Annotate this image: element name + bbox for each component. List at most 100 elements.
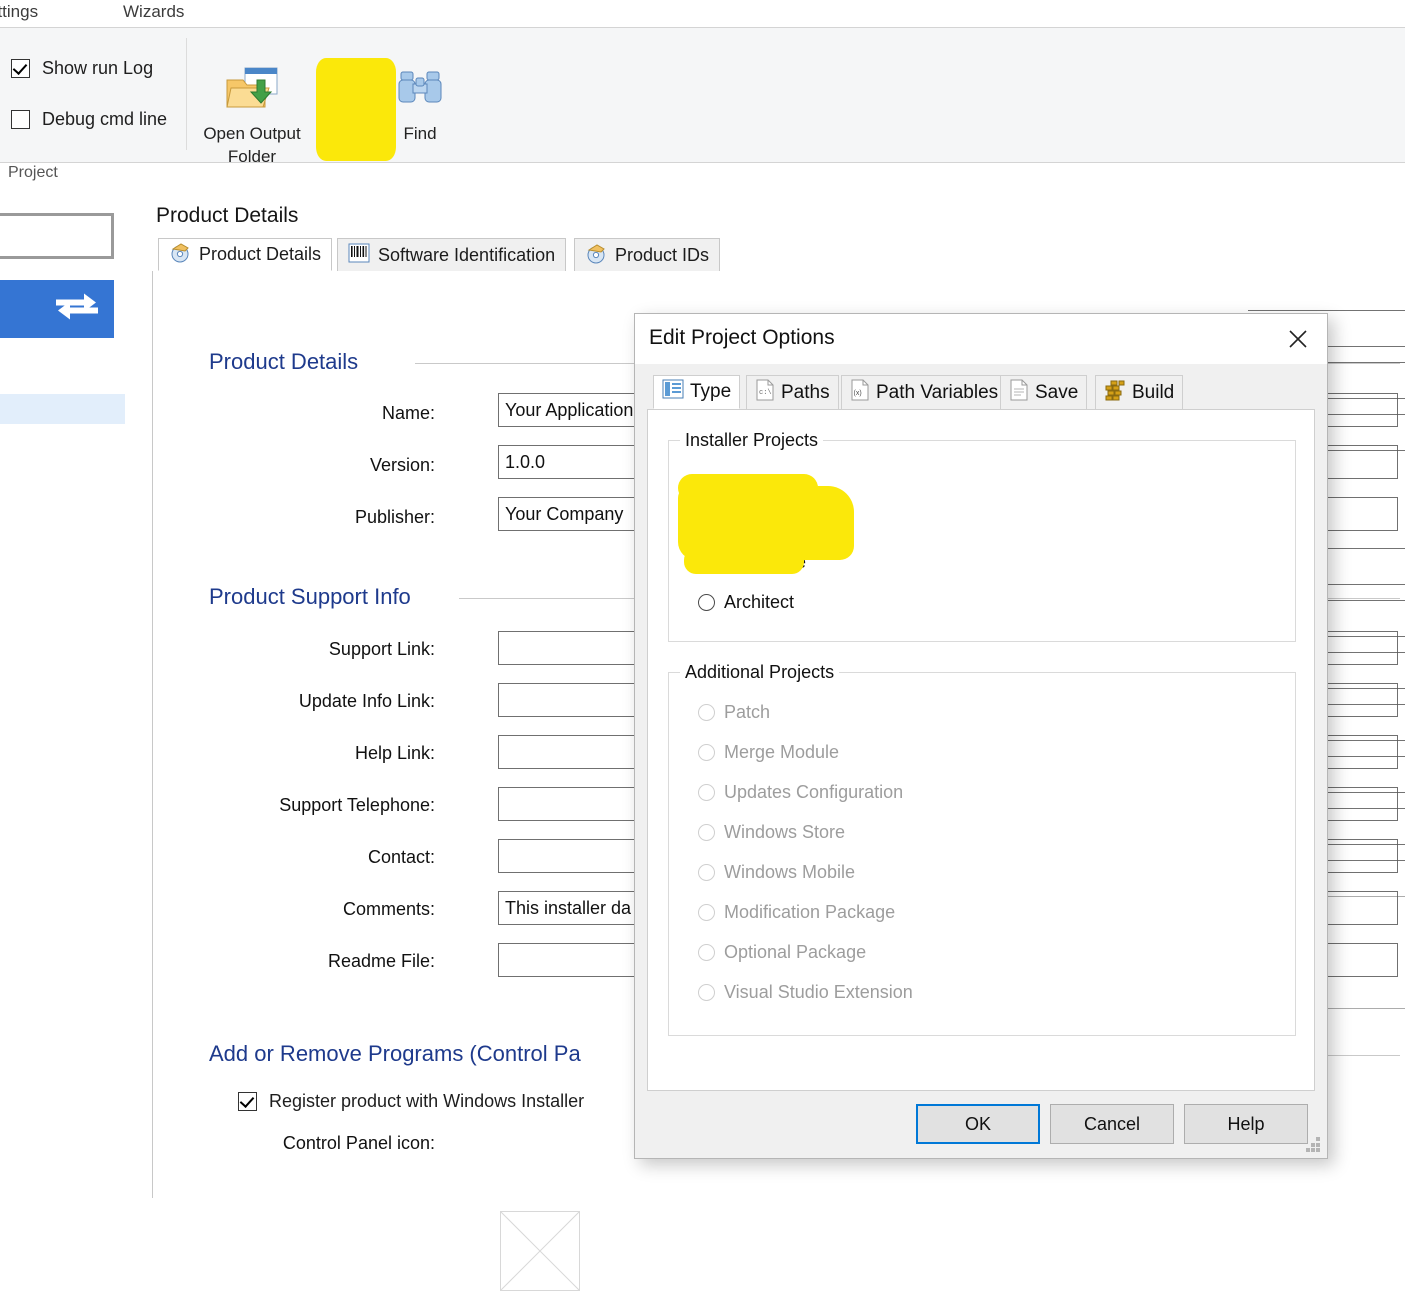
ok-button[interactable]: OK [916, 1104, 1040, 1144]
highlighter-mark-extra-bottom [684, 548, 804, 574]
form-tabstrip: Product Details Software Identification [152, 238, 1405, 272]
radio-label-windows-mobile: Windows Mobile [724, 862, 855, 883]
radio-indicator-updates-configuration[interactable] [698, 784, 715, 801]
checkbox-label-register-product: Register product with Windows Installer [269, 1091, 584, 1112]
radio-windows-mobile[interactable]: Windows Mobile [698, 862, 855, 883]
radio-visual-studio-extension[interactable]: Visual Studio Extension [698, 982, 913, 1003]
radio-merge-module[interactable]: Merge Module [698, 742, 839, 763]
tab-product-ids[interactable]: Product IDs [574, 238, 720, 271]
radio-updates-configuration[interactable]: Updates Configuration [698, 782, 903, 803]
field-label-control-panel-icon: Control Panel icon: [213, 1133, 435, 1154]
tab-label-product-details: Product Details [199, 244, 321, 265]
field-label-name: Name: [213, 403, 435, 424]
sidebar-preview-box[interactable] [0, 213, 114, 259]
checkbox-box-show-run-log[interactable] [11, 59, 30, 78]
radio-label-visual-studio-extension: Visual Studio Extension [724, 982, 913, 1003]
checkbox-show-run-log[interactable]: Show run Log [11, 58, 153, 79]
edit-project-options-dialog: Edit Project Options Type [634, 313, 1328, 1159]
tab-path-variables[interactable]: (x) Path Variables [841, 375, 1007, 409]
checkbox-debug-cmd-line[interactable]: Debug cmd line [11, 109, 167, 130]
paths-file-icon: c:\ [755, 379, 775, 407]
section-heading-add-remove-programs: Add or Remove Programs (Control Pa [209, 1041, 581, 1067]
checkbox-box-register-product[interactable] [238, 1092, 257, 1111]
radio-windows-store[interactable]: Windows Store [698, 822, 845, 843]
radio-indicator-modification-package[interactable] [698, 904, 715, 921]
tab-build[interactable]: Build [1095, 375, 1183, 409]
product-details-icon [169, 241, 191, 268]
field-label-comments: Comments: [213, 899, 435, 920]
checkbox-register-product[interactable]: Register product with Windows Installer [238, 1091, 584, 1112]
radio-indicator-merge-module[interactable] [698, 744, 715, 761]
field-label-support-telephone: Support Telephone: [213, 795, 435, 816]
radio-indicator-patch[interactable] [698, 704, 715, 721]
tab-label-path-variables: Path Variables [876, 382, 998, 404]
open-output-folder-label: Open Output Folder [196, 122, 308, 168]
swap-arrows-icon [54, 289, 100, 330]
tab-type[interactable]: Type [653, 375, 740, 409]
find-button[interactable]: Find [390, 64, 450, 145]
cancel-button[interactable]: Cancel [1050, 1104, 1174, 1144]
group-legend-installer-projects: Installer Projects [680, 430, 823, 451]
dialog-tabstrip: Type c:\ Paths (x) Path Variables [645, 364, 1317, 398]
open-output-folder-icon [196, 64, 308, 118]
checkbox-label-debug-cmd-line: Debug cmd line [42, 109, 167, 130]
field-label-publisher: Publisher: [213, 507, 435, 528]
radio-indicator-optional-package[interactable] [698, 944, 715, 961]
radio-optional-package[interactable]: Optional Package [698, 942, 866, 963]
dialog-titlebar: Edit Project Options [635, 314, 1327, 364]
tab-product-details[interactable]: Product Details [158, 238, 332, 271]
type-list-icon [662, 379, 684, 405]
field-label-version: Version: [213, 455, 435, 476]
sidebar-item-hover[interactable] [0, 394, 125, 424]
path-variables-icon: (x) [850, 379, 870, 407]
page-title: Product Details [156, 204, 298, 228]
checkbox-box-debug-cmd-line[interactable] [11, 110, 30, 129]
highlighter-mark-extra-top [678, 474, 818, 502]
field-label-readme-file: Readme File: [213, 951, 435, 972]
tab-label-paths: Paths [781, 382, 830, 404]
tab-paths[interactable]: c:\ Paths [746, 375, 839, 409]
radio-indicator-architect[interactable] [698, 594, 715, 611]
group-legend-additional-projects: Additional Projects [680, 662, 839, 683]
radio-label-windows-store: Windows Store [724, 822, 845, 843]
control-panel-icon-picker[interactable] [500, 1211, 580, 1291]
field-label-help-link: Help Link: [213, 743, 435, 764]
radio-patch[interactable]: Patch [698, 702, 770, 723]
radio-label-merge-module: Merge Module [724, 742, 839, 763]
menu-item-settings[interactable]: ettings [0, 2, 38, 22]
checkbox-label-show-run-log: Show run Log [42, 58, 153, 79]
field-label-support-link: Support Link: [213, 639, 435, 660]
menu-item-wizards[interactable]: Wizards [123, 2, 184, 22]
radio-architect[interactable]: Architect [698, 592, 794, 613]
section-heading-product-details: Product Details [209, 349, 358, 375]
tab-label-save: Save [1035, 382, 1078, 404]
ribbon-group-label-project: Project [8, 164, 58, 182]
save-document-icon [1009, 379, 1029, 407]
radio-label-modification-package: Modification Package [724, 902, 895, 923]
radio-label-optional-package: Optional Package [724, 942, 866, 963]
close-icon[interactable] [1279, 324, 1317, 354]
radio-indicator-windows-mobile[interactable] [698, 864, 715, 881]
radio-label-architect: Architect [724, 592, 794, 613]
dialog-tab-page-type: Installer Projects Simple Professional E… [647, 409, 1315, 1091]
help-button[interactable]: Help [1184, 1104, 1308, 1144]
svg-text:c:\: c:\ [759, 389, 772, 397]
product-ids-icon [585, 242, 607, 269]
tab-save[interactable]: Save [1000, 375, 1087, 409]
ribbon-separator [186, 38, 187, 150]
resize-grip[interactable] [1305, 1137, 1321, 1153]
field-label-update-info-link: Update Info Link: [213, 691, 435, 712]
build-bricks-icon [1104, 379, 1126, 407]
tab-label-type: Type [690, 381, 731, 403]
radio-indicator-visual-studio-extension[interactable] [698, 984, 715, 1001]
radio-modification-package[interactable]: Modification Package [698, 902, 895, 923]
tab-software-identification[interactable]: Software Identification [337, 238, 566, 271]
sidebar-item-selected[interactable] [0, 280, 114, 338]
radio-label-patch: Patch [724, 702, 770, 723]
background-field-edge [1248, 310, 1405, 311]
radio-indicator-windows-store[interactable] [698, 824, 715, 841]
menu-bar: ettings Wizards [0, 0, 1405, 27]
dialog-title: Edit Project Options [649, 326, 835, 350]
find-label: Find [390, 122, 450, 145]
open-output-folder-button[interactable]: Open Output Folder [196, 64, 308, 168]
